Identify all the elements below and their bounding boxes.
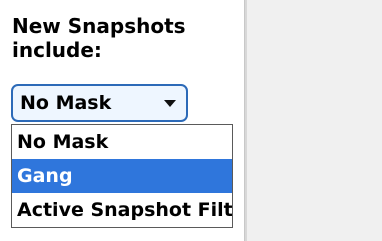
right-panel bbox=[247, 0, 382, 241]
new-snapshots-include-label: New Snapshots include: bbox=[12, 14, 186, 62]
dropdown-option-gang[interactable]: Gang bbox=[12, 159, 232, 193]
settings-left-panel: New Snapshots include: No Mask No Mask G… bbox=[0, 0, 244, 241]
dropdown-option-active-snapshot-filter[interactable]: Active Snapshot Filter bbox=[12, 193, 232, 227]
dropdown-option-no-mask[interactable]: No Mask bbox=[12, 125, 232, 159]
snapshot-settings-window: New Snapshots include: No Mask No Mask G… bbox=[0, 0, 382, 241]
new-snapshots-include-select[interactable]: No Mask bbox=[11, 84, 188, 122]
selected-value: No Mask bbox=[20, 92, 112, 114]
chevron-down-icon bbox=[164, 99, 176, 107]
snapshot-include-dropdown-list[interactable]: No Mask Gang Active Snapshot Filter bbox=[11, 124, 233, 228]
